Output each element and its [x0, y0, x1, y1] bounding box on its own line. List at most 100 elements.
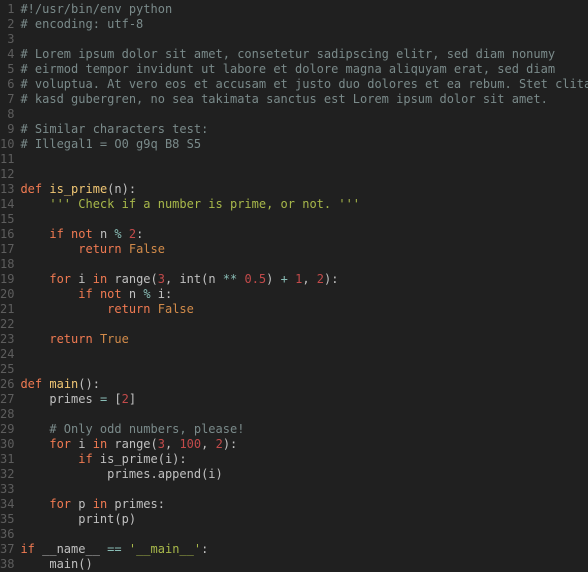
- code-line: [20, 482, 588, 497]
- code-token: [122, 542, 129, 556]
- line-number: 19: [0, 272, 14, 287]
- line-number: 2: [0, 17, 14, 32]
- line-number: 28: [0, 407, 14, 422]
- code-token: __name__: [35, 542, 107, 556]
- line-number: 9: [0, 122, 14, 137]
- code-token-num: 0.5: [244, 272, 266, 286]
- code-line: return True: [20, 332, 588, 347]
- code-line: [20, 152, 588, 167]
- code-token-kw: not: [100, 287, 122, 301]
- code-line: if not n % i:: [20, 287, 588, 302]
- code-line: [20, 407, 588, 422]
- code-token: [20, 287, 78, 301]
- code-token: [122, 227, 129, 241]
- code-token: ]: [129, 392, 136, 406]
- code-token: [20, 437, 49, 451]
- code-line: [20, 107, 588, 122]
- code-token-op: **: [223, 272, 237, 286]
- code-token-cm: # Illegal1 = O0 g9q B8 S5: [20, 137, 201, 151]
- code-line: [20, 167, 588, 182]
- code-token-str: ''' Check if a number is prime, or not. …: [49, 197, 360, 211]
- code-token-kw: return: [78, 242, 121, 256]
- code-token-cm: # Lorem ipsum dolor sit amet, consetetur…: [20, 47, 555, 61]
- line-number: 1: [0, 2, 14, 17]
- code-token: primes.append(i): [20, 467, 222, 481]
- code-token: [20, 302, 107, 316]
- code-line: # encoding: utf-8: [20, 17, 588, 32]
- code-line: for i in range(3, int(n ** 0.5) + 1, 2):: [20, 272, 588, 287]
- code-token: range(: [107, 437, 158, 451]
- line-number: 13: [0, 182, 14, 197]
- code-token-op: +: [281, 272, 288, 286]
- code-token: i: [71, 437, 93, 451]
- line-number: 31: [0, 452, 14, 467]
- code-line: # Similar characters test:: [20, 122, 588, 137]
- line-number: 37: [0, 542, 14, 557]
- code-line: [20, 347, 588, 362]
- code-line: if is_prime(i):: [20, 452, 588, 467]
- code-token: ):: [223, 437, 237, 451]
- code-token: primes: [20, 392, 99, 406]
- code-token-cm: # Only odd numbers, please!: [49, 422, 244, 436]
- line-number: 22: [0, 317, 14, 332]
- code-token-num: 2: [216, 437, 223, 451]
- code-token-op: %: [143, 287, 150, 301]
- code-token-kw: for: [49, 437, 71, 451]
- line-number: 17: [0, 242, 14, 257]
- code-line: [20, 212, 588, 227]
- code-token-num: 3: [158, 437, 165, 451]
- line-number: 15: [0, 212, 14, 227]
- code-token-num: 100: [179, 437, 201, 451]
- code-line: if not n % 2:: [20, 227, 588, 242]
- code-token-bool: False: [129, 242, 165, 256]
- line-number: 21: [0, 302, 14, 317]
- code-token-bool: True: [100, 332, 129, 346]
- code-token: ,: [302, 272, 316, 286]
- line-number: 7: [0, 92, 14, 107]
- code-token-kw: if: [78, 452, 92, 466]
- code-line: if __name__ == '__main__':: [20, 542, 588, 557]
- code-token: range(: [107, 272, 158, 286]
- line-number: 25: [0, 362, 14, 377]
- code-token: [20, 197, 49, 211]
- code-token-kw: return: [107, 302, 150, 316]
- code-token: ):: [324, 272, 338, 286]
- code-token-cm: # eirmod tempor invidunt ut labore et do…: [20, 62, 555, 76]
- code-token: [20, 497, 49, 511]
- code-line: [20, 317, 588, 332]
- code-token: ,: [165, 437, 179, 451]
- code-token: [20, 332, 49, 346]
- line-number: 35: [0, 512, 14, 527]
- code-token: [20, 422, 49, 436]
- code-token-op: ==: [107, 542, 121, 556]
- code-line: ''' Check if a number is prime, or not. …: [20, 197, 588, 212]
- line-number: 11: [0, 152, 14, 167]
- code-line: [20, 362, 588, 377]
- code-token-cm: # encoding: utf-8: [20, 17, 143, 31]
- code-token-kw: def: [20, 182, 42, 196]
- code-token-kw: for: [49, 497, 71, 511]
- code-line: primes = [2]: [20, 392, 588, 407]
- code-line: # voluptua. At vero eos et accusam et ju…: [20, 77, 588, 92]
- code-line: return False: [20, 302, 588, 317]
- code-token-cm: # kasd gubergren, no sea takimata sanctu…: [20, 92, 547, 106]
- code-line: for i in range(3, 100, 2):: [20, 437, 588, 452]
- code-token-cm: #!/usr/bin/env python: [20, 2, 172, 16]
- code-token: [: [107, 392, 121, 406]
- code-token-kw: in: [93, 272, 107, 286]
- code-line: # Illegal1 = O0 g9q B8 S5: [20, 137, 588, 152]
- line-number: 4: [0, 47, 14, 62]
- line-number: 14: [0, 197, 14, 212]
- code-token: i:: [151, 287, 173, 301]
- code-token: [20, 272, 49, 286]
- code-editor: 1234567891011121314151617181920212223242…: [0, 0, 588, 572]
- line-number: 32: [0, 467, 14, 482]
- code-token-kw: if: [49, 227, 63, 241]
- code-token: :: [136, 227, 143, 241]
- line-number: 3: [0, 32, 14, 47]
- code-token-kw: if: [20, 542, 34, 556]
- line-number-gutter: 1234567891011121314151617181920212223242…: [0, 2, 20, 572]
- code-token-kw: if: [78, 287, 92, 301]
- code-token-kw: return: [49, 332, 92, 346]
- code-token: ,: [201, 437, 215, 451]
